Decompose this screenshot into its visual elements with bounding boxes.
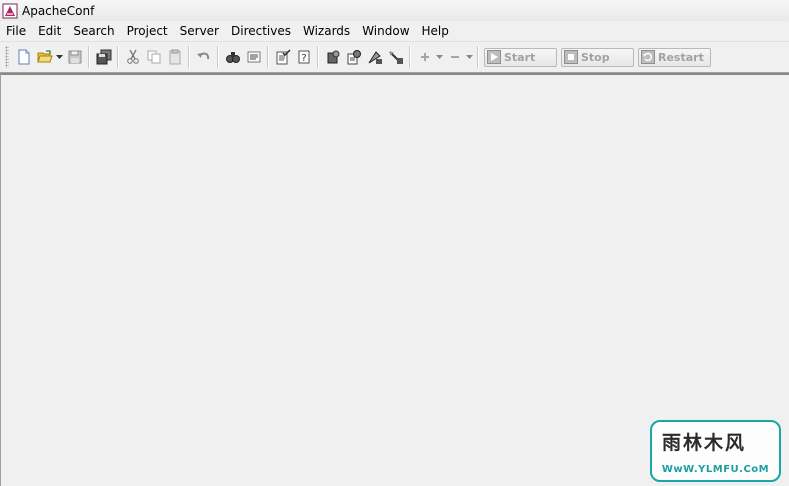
toolbar-separator <box>217 46 219 68</box>
watermark-logo-text: 雨林木风 <box>662 432 747 454</box>
apacheconf-app-icon <box>2 3 18 18</box>
toolbar-separator <box>88 46 90 68</box>
add-dropdown-arrow[interactable] <box>435 46 444 68</box>
disconnect-icon <box>388 51 403 64</box>
toolbar-separator <box>117 46 119 68</box>
menu-project[interactable]: Project <box>121 22 174 40</box>
connect-button[interactable] <box>365 46 384 68</box>
copy-button[interactable] <box>144 46 163 68</box>
remove-icon <box>450 56 459 58</box>
cut-button[interactable] <box>123 46 142 68</box>
help-icon: ? <box>298 50 309 64</box>
add-icon <box>420 53 429 61</box>
open-dropdown-arrow[interactable] <box>55 46 64 68</box>
menu-server[interactable]: Server <box>174 22 225 40</box>
connect-icon <box>368 51 382 64</box>
menu-edit[interactable]: Edit <box>32 22 67 40</box>
undo-icon <box>196 52 209 60</box>
restart-label: Restart <box>658 50 704 64</box>
find-icon <box>225 52 240 63</box>
start-label: Start <box>504 50 536 64</box>
disconnect-button[interactable] <box>386 46 405 68</box>
stop-label: Stop <box>581 50 610 64</box>
toolbar-separator <box>477 46 479 68</box>
play-icon <box>487 50 501 64</box>
help-button[interactable]: ? <box>294 46 313 68</box>
stop-icon <box>564 50 578 64</box>
check-syntax-icon <box>276 49 291 65</box>
chevron-down-icon <box>56 55 63 59</box>
open-folder-icon <box>36 50 53 63</box>
find-button[interactable] <box>223 46 242 68</box>
start-server-button[interactable]: Start <box>484 47 557 67</box>
save-button[interactable] <box>65 46 84 68</box>
paste-icon <box>169 49 180 65</box>
title-bar: ApacheConf <box>0 0 789 21</box>
paste-button[interactable] <box>165 46 184 68</box>
undo-button[interactable] <box>194 46 213 68</box>
toolbar-separator <box>267 46 269 68</box>
cut-icon <box>126 49 139 64</box>
window-title: ApacheConf <box>22 3 95 18</box>
config-icon <box>347 50 361 65</box>
menu-file[interactable]: File <box>0 22 32 40</box>
menu-wizards[interactable]: Wizards <box>297 22 356 40</box>
toolbar: ? Start Stop Restart <box>0 42 789 73</box>
watermark-url: WwW.YLMFU.CoM <box>661 464 770 475</box>
new-file-button[interactable] <box>14 46 33 68</box>
save-icon <box>68 50 81 64</box>
restart-server-button[interactable]: Restart <box>638 47 711 67</box>
toolbar-separator <box>409 46 411 68</box>
menu-search[interactable]: Search <box>67 22 120 40</box>
config-button[interactable] <box>344 46 363 68</box>
restart-icon <box>641 50 655 64</box>
toolbar-separator <box>188 46 190 68</box>
copy-icon <box>147 50 160 64</box>
replace-icon <box>247 51 260 63</box>
check-syntax-button[interactable] <box>273 46 292 68</box>
open-button[interactable] <box>35 46 54 68</box>
toolbar-separator <box>317 46 319 68</box>
menu-help[interactable]: Help <box>416 22 455 40</box>
chevron-down-icon <box>466 55 473 59</box>
modules-button[interactable] <box>323 46 342 68</box>
remove-dropdown-arrow[interactable] <box>465 46 474 68</box>
remove-button[interactable] <box>445 46 464 68</box>
toolbar-grip[interactable] <box>5 46 9 68</box>
replace-button[interactable] <box>244 46 263 68</box>
menu-window[interactable]: Window <box>356 22 415 40</box>
svg-text:?: ? <box>301 53 306 64</box>
chevron-down-icon <box>436 55 443 59</box>
save-all-icon <box>96 49 111 65</box>
watermark-logo: 雨林木风 WwW.YLMFU.CoM <box>650 420 781 482</box>
add-button[interactable] <box>415 46 434 68</box>
menu-directives[interactable]: Directives <box>225 22 297 40</box>
module-icon <box>327 50 339 64</box>
stop-server-button[interactable]: Stop <box>561 47 634 67</box>
new-file-icon <box>18 49 29 65</box>
save-all-button[interactable] <box>94 46 113 68</box>
menu-bar: File Edit Search Project Server Directiv… <box>0 21 789 42</box>
